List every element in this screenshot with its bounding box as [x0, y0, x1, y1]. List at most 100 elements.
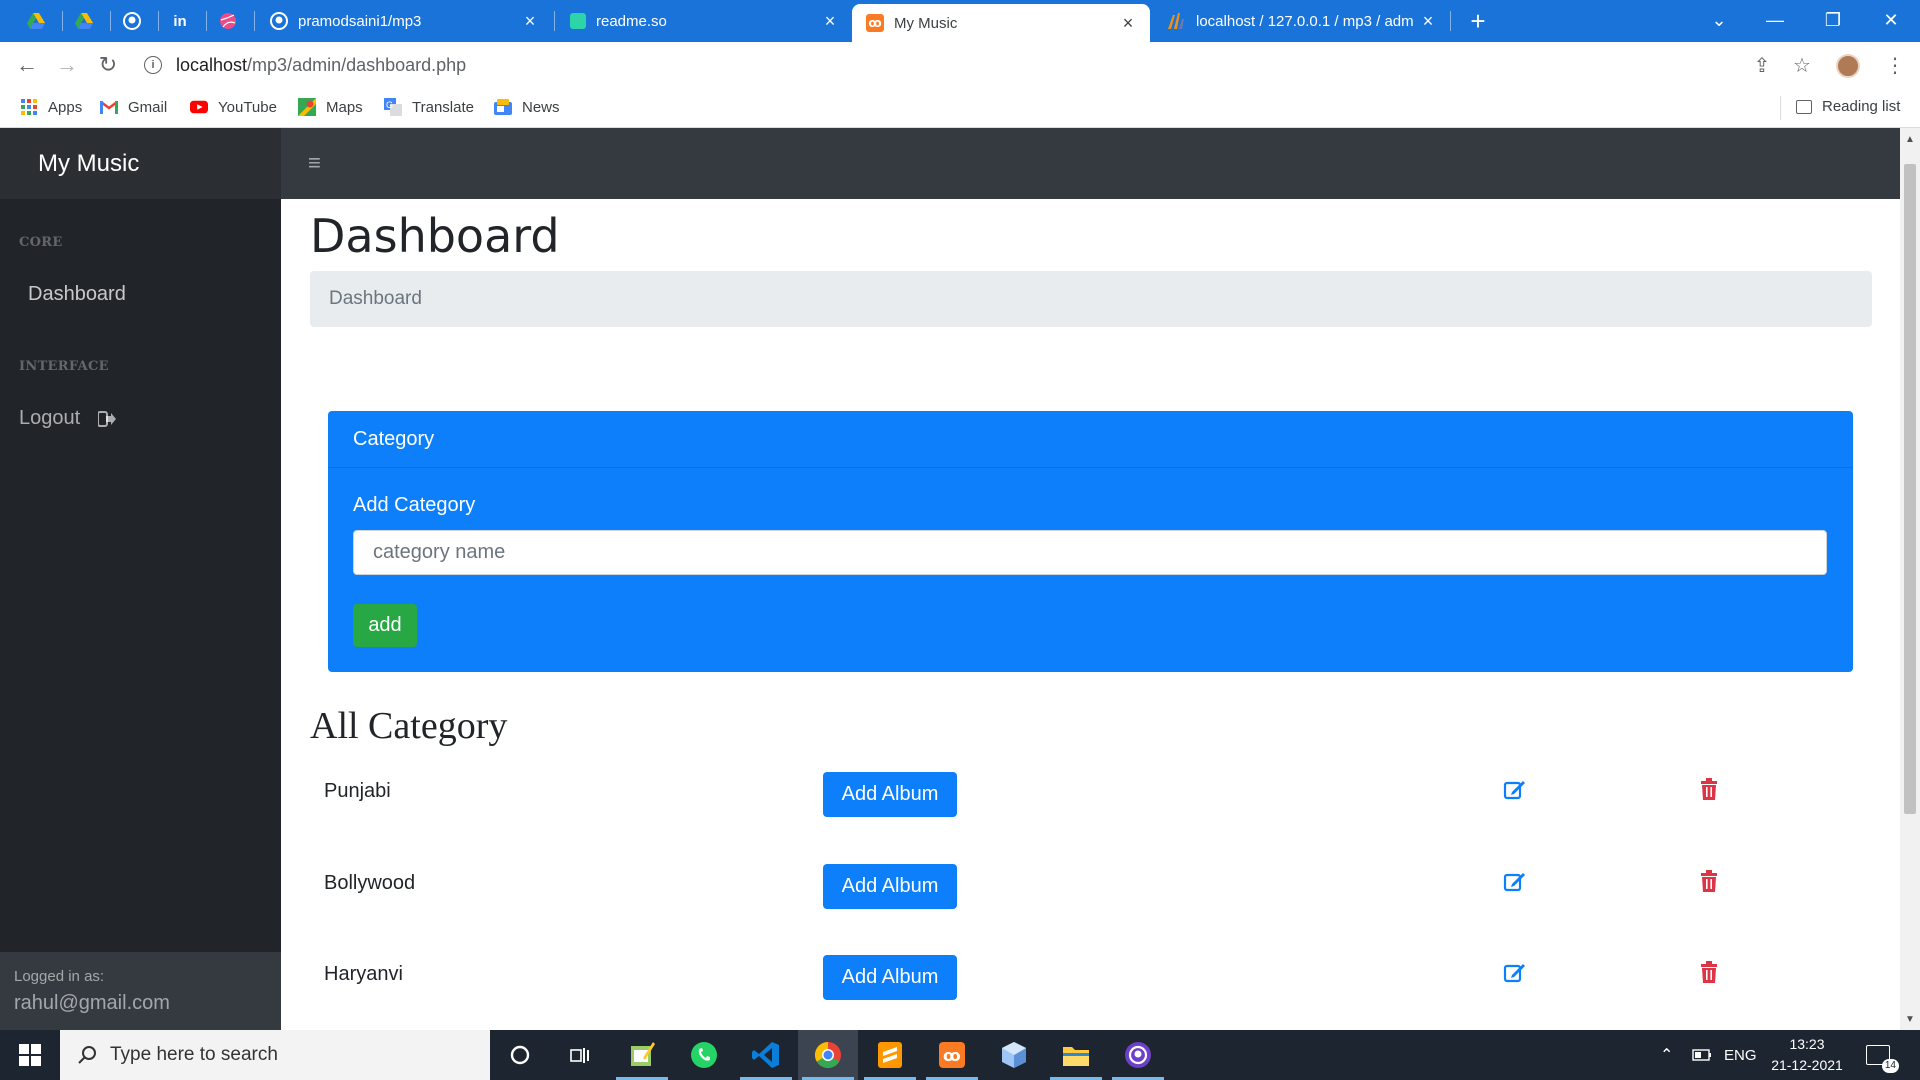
notification-count: 14 — [1881, 1059, 1899, 1073]
share-icon[interactable]: ⇪ — [1747, 50, 1777, 80]
whatsapp-icon — [691, 1042, 717, 1068]
language-label: ENG — [1724, 1046, 1757, 1064]
sidebar-toggle-icon[interactable]: ≡ — [308, 150, 321, 176]
close-icon[interactable]: × — [1420, 11, 1436, 32]
language-indicator[interactable]: ENG — [1724, 1030, 1757, 1080]
battery-indicator[interactable] — [1692, 1030, 1712, 1080]
clock-date: 21-12-2021 — [1771, 1057, 1843, 1073]
info-icon[interactable]: i — [144, 56, 162, 74]
dribbble-icon — [220, 13, 236, 29]
taskbar-app-editor[interactable] — [612, 1030, 672, 1080]
taskbar-app-virtualbox[interactable] — [984, 1030, 1044, 1080]
cube-icon — [1002, 1042, 1026, 1068]
logged-in-email: rahul@gmail.com — [14, 992, 170, 1014]
chrome-icon — [814, 1041, 841, 1069]
bookmark-label: YouTube — [218, 98, 277, 116]
tab-divider — [254, 11, 255, 31]
bookmark-maps[interactable]: Maps — [298, 98, 363, 116]
cortana-button[interactable] — [490, 1030, 550, 1080]
taskbar-app-sublime[interactable] — [860, 1030, 920, 1080]
close-icon[interactable]: × — [822, 11, 838, 32]
bookmark-apps[interactable]: Apps — [20, 98, 82, 116]
system-clock[interactable]: 13:23 21-12-2021 — [1762, 1034, 1852, 1076]
bookmark-news[interactable]: News — [494, 98, 560, 116]
reload-button[interactable]: ↻ — [93, 50, 123, 80]
pinned-tab-linkedin[interactable]: in — [156, 0, 204, 42]
notification-center-button[interactable]: 14 — [1866, 1030, 1899, 1080]
trash-icon[interactable] — [1699, 870, 1719, 892]
minimize-button[interactable]: — — [1750, 0, 1800, 40]
sublime-text-icon — [878, 1042, 902, 1068]
page-scrollbar[interactable]: ▲ ▼ — [1900, 128, 1920, 1030]
search-icon — [78, 1046, 96, 1064]
taskbar-app-whatsapp[interactable] — [674, 1030, 734, 1080]
brand-area: My Music — [0, 128, 281, 199]
pinned-tab-dribbble[interactable] — [204, 0, 252, 42]
close-icon[interactable]: × — [1120, 13, 1136, 34]
all-category-title: All Category — [310, 705, 508, 747]
edit-icon[interactable] — [1503, 961, 1527, 985]
bookmark-gmail[interactable]: Gmail — [100, 98, 167, 116]
pinned-tab-github[interactable] — [108, 0, 156, 42]
bookmark-label: News — [522, 98, 560, 116]
bookmark-label: Translate — [412, 98, 474, 116]
menu-icon[interactable]: ⋮ — [1880, 50, 1910, 80]
new-tab-button[interactable]: + — [1463, 0, 1493, 42]
url-field[interactable]: i localhost/mp3/admin/dashboard.php — [144, 48, 1764, 82]
brand-link[interactable]: My Music — [38, 150, 139, 178]
category-name: Punjabi — [324, 780, 391, 802]
edit-icon[interactable] — [1503, 870, 1527, 894]
reading-list-button[interactable]: Reading list — [1796, 98, 1900, 115]
pinned-tab-drive-2[interactable] — [60, 0, 108, 42]
taskbar-app-github-desktop[interactable] — [1108, 1030, 1168, 1080]
scroll-down-arrow[interactable]: ▼ — [1900, 1010, 1920, 1028]
task-view-icon — [570, 1048, 589, 1063]
trash-icon[interactable] — [1699, 778, 1719, 800]
sidebar-heading-core: CORE — [19, 235, 63, 250]
start-button[interactable] — [0, 1030, 60, 1080]
scroll-thumb[interactable] — [1904, 164, 1916, 814]
tab-readme[interactable]: readme.so × — [556, 0, 852, 42]
taskbar-app-vscode[interactable] — [736, 1030, 796, 1080]
taskbar-search[interactable]: Type here to search — [60, 1030, 490, 1080]
tab-search-button[interactable]: ⌄ — [1694, 0, 1744, 40]
bookmark-translate[interactable]: G Translate — [384, 98, 474, 116]
url-host: localhost — [176, 54, 248, 75]
close-icon[interactable]: × — [522, 11, 538, 32]
sidebar-item-dashboard[interactable]: Dashboard — [28, 283, 126, 306]
page-title: Dashboard — [310, 209, 560, 263]
vscode-icon — [752, 1042, 779, 1068]
taskbar-app-chrome[interactable] — [798, 1030, 858, 1080]
restore-button[interactable]: ❐ — [1808, 0, 1858, 40]
add-album-button[interactable]: Add Album — [823, 772, 957, 817]
task-view-button[interactable] — [550, 1030, 610, 1080]
avatar[interactable] — [1836, 54, 1860, 78]
drive-icon — [27, 13, 45, 29]
sidebar-heading-interface: INTERFACE — [19, 359, 109, 374]
bookmark-label: Gmail — [128, 98, 168, 116]
bookmark-youtube[interactable]: YouTube — [190, 98, 277, 116]
tab-my-music[interactable]: ꝏ My Music × — [852, 4, 1150, 42]
forward-button[interactable]: → — [52, 50, 82, 80]
trash-icon[interactable] — [1699, 961, 1719, 983]
tab-phpmyadmin[interactable]: localhost / 127.0.0.1 / mp3 / adm × — [1152, 0, 1450, 42]
news-icon — [494, 98, 512, 116]
category-name-input[interactable] — [353, 530, 1827, 575]
add-category-button[interactable]: add — [353, 604, 417, 647]
scroll-up-arrow[interactable]: ▲ — [1900, 130, 1920, 148]
add-album-button[interactable]: Add Album — [823, 955, 957, 1000]
tab-github-repo[interactable]: pramodsaini1/mp3 × — [256, 0, 552, 42]
show-hidden-icons-button[interactable]: ⌃ — [1660, 1030, 1673, 1080]
taskbar-app-xampp[interactable]: ꝏ — [922, 1030, 982, 1080]
youtube-icon — [190, 98, 208, 116]
tab-title: My Music — [894, 14, 958, 32]
pinned-tab-drive[interactable] — [12, 0, 60, 42]
close-window-button[interactable]: ✕ — [1866, 0, 1916, 40]
taskbar-app-file-explorer[interactable] — [1046, 1030, 1106, 1080]
back-button[interactable]: ← — [12, 50, 42, 80]
category-name: Bollywood — [324, 872, 416, 894]
add-album-button[interactable]: Add Album — [823, 864, 957, 909]
edit-icon[interactable] — [1503, 778, 1527, 802]
bookmark-star-icon[interactable]: ☆ — [1787, 50, 1817, 80]
sidebar-item-logout[interactable]: Logout — [19, 407, 117, 430]
